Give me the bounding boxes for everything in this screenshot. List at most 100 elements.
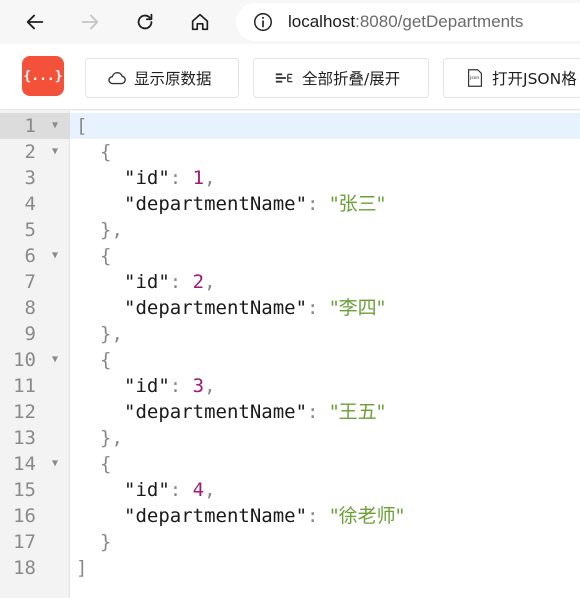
line-number-cell: 4 xyxy=(0,191,70,217)
code-content: "departmentName": "李四" xyxy=(76,295,385,321)
token-punct: : xyxy=(169,167,193,189)
token-punct: , xyxy=(204,479,216,501)
code-line: 1 ▼[ xyxy=(0,113,580,139)
line-number: 18 xyxy=(13,557,36,579)
line-number: 11 xyxy=(13,375,36,397)
line-number-cell: 2 ▼ xyxy=(0,139,70,165)
code-content: "departmentName": "徐老师" xyxy=(76,503,404,529)
token-num: 2 xyxy=(192,271,205,293)
code-content: "departmentName": "张三" xyxy=(76,191,385,217)
line-number: 7 xyxy=(24,271,36,293)
code-line: 14 ▼ { xyxy=(0,451,580,477)
token-punct: }, xyxy=(100,427,123,449)
url-path: :8080/getDepartments xyxy=(355,12,524,31)
line-number: 16 xyxy=(13,505,36,527)
line-number: 2 xyxy=(24,141,36,163)
code-content: { xyxy=(76,451,111,477)
fold-toggle-icon[interactable]: ▼ xyxy=(49,347,61,373)
line-number: 14 xyxy=(13,453,36,475)
token-str: "张三" xyxy=(329,193,386,215)
code-line: 9}, xyxy=(0,321,580,347)
token-num: 4 xyxy=(192,479,205,501)
token-key: "id" xyxy=(124,271,170,293)
line-number-cell: 15 xyxy=(0,477,70,503)
reload-icon xyxy=(137,13,153,30)
address-bar[interactable]: localhost:8080/getDepartments xyxy=(236,3,580,41)
arrow-left-icon xyxy=(26,14,44,30)
line-number: 17 xyxy=(13,531,36,553)
token-punct: { xyxy=(100,453,112,475)
fold-toggle-icon[interactable]: ▼ xyxy=(49,243,61,269)
token-key: "departmentName" xyxy=(124,193,308,215)
token-key: "id" xyxy=(124,479,170,501)
token-key: "id" xyxy=(124,167,170,189)
reload-button[interactable] xyxy=(129,6,161,38)
home-button[interactable] xyxy=(184,6,216,38)
token-str: "王五" xyxy=(329,401,386,423)
json-file-icon: json xyxy=(467,69,483,87)
back-button[interactable] xyxy=(19,6,51,38)
json-viewer-toolbar: {...} 显示原数据 全部折叠/展开 json 打开JSON格 xyxy=(0,44,580,110)
forward-button[interactable] xyxy=(74,6,106,38)
line-number-cell: 9 xyxy=(0,321,70,347)
line-number: 5 xyxy=(24,219,36,241)
json-code-viewer[interactable]: 1 ▼[2 ▼{3 "id": 1, 4 "departmentName": "张三" 5}… xyxy=(0,111,580,598)
token-punct: : xyxy=(307,193,330,215)
browser-toolbar: localhost:8080/getDepartments xyxy=(0,0,580,44)
token-punct: , xyxy=(204,271,216,293)
fold-toggle-icon[interactable]: ▼ xyxy=(49,139,61,165)
line-number-cell: 3 xyxy=(0,165,70,191)
code-content: } xyxy=(76,529,111,555)
line-number: 6 xyxy=(24,245,36,267)
line-number-cell: 1 ▼ xyxy=(0,113,70,139)
json-viewer-logo: {...} xyxy=(22,56,64,96)
line-number-cell: 12 xyxy=(0,399,70,425)
code-content: "id": 2, xyxy=(76,269,216,295)
code-content: { xyxy=(76,347,111,373)
open-json-button[interactable]: json 打开JSON格 xyxy=(443,58,580,98)
code-content: "departmentName": "王五" xyxy=(76,399,385,425)
fold-all-label: 全部折叠/展开 xyxy=(302,70,401,88)
token-punct: }, xyxy=(100,219,123,241)
line-number-cell: 13 xyxy=(0,425,70,451)
code-content: }, xyxy=(76,321,123,347)
url-host: localhost xyxy=(288,12,356,31)
line-number-cell: 8 xyxy=(0,295,70,321)
token-key: "id" xyxy=(124,375,170,397)
token-key: "departmentName" xyxy=(124,505,308,527)
line-number-cell: 17 xyxy=(0,529,70,555)
token-punct: : xyxy=(307,297,330,319)
code-line: 11 "id": 3, xyxy=(0,373,580,399)
code-line: 12 "departmentName": "王五" xyxy=(0,399,580,425)
code-content: { xyxy=(76,243,111,269)
show-raw-label: 显示原数据 xyxy=(134,70,212,88)
line-number-cell: 6 ▼ xyxy=(0,243,70,269)
token-punct: }, xyxy=(100,323,123,345)
code-line: 4 "departmentName": "张三" xyxy=(0,191,580,217)
line-number: 3 xyxy=(24,167,36,189)
token-key: "departmentName" xyxy=(124,401,308,423)
fold-toggle-icon[interactable]: ▼ xyxy=(49,451,61,477)
code-line: 7 "id": 2, xyxy=(0,269,580,295)
line-number-cell: 18 xyxy=(0,555,70,581)
token-punct: , xyxy=(204,375,216,397)
info-icon[interactable] xyxy=(252,11,274,33)
code-content: "id": 3, xyxy=(76,373,216,399)
token-punct: ] xyxy=(76,557,88,579)
line-number-cell: 14 ▼ xyxy=(0,451,70,477)
token-str: "李四" xyxy=(329,297,386,319)
code-content: "id": 1, xyxy=(76,165,216,191)
code-line: 18] xyxy=(0,555,580,581)
arrow-right-icon xyxy=(81,14,99,30)
fold-icon xyxy=(275,73,293,83)
show-raw-button[interactable]: 显示原数据 xyxy=(85,58,239,98)
fold-toggle-icon[interactable]: ▼ xyxy=(49,113,61,139)
code-line: 6 ▼{ xyxy=(0,243,580,269)
token-key: "departmentName" xyxy=(124,297,308,319)
token-str: "徐老师" xyxy=(329,505,405,527)
code-content: [ xyxy=(76,113,87,139)
token-punct: : xyxy=(307,505,330,527)
fold-all-button[interactable]: 全部折叠/展开 xyxy=(253,58,429,98)
code-line: 10 ▼ { xyxy=(0,347,580,373)
token-punct: : xyxy=(169,375,193,397)
